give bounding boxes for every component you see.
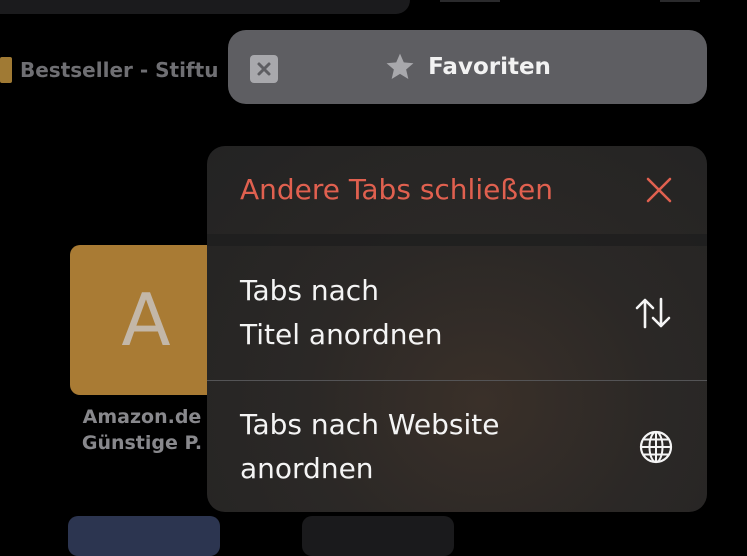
favorite-tile-caption[interactable]: Amazon.de Günstige P. bbox=[62, 404, 222, 456]
divider bbox=[660, 0, 700, 2]
menu-item-close-other-tabs[interactable]: Andere Tabs schließen bbox=[207, 146, 707, 234]
xmark-icon bbox=[645, 176, 673, 204]
bookmark-favicon-icon bbox=[0, 57, 12, 83]
star-icon bbox=[384, 52, 416, 82]
favorite-tile-amazon[interactable]: A bbox=[70, 245, 222, 395]
globe-icon bbox=[639, 430, 673, 464]
bookmark-item[interactable]: Bestseller - Stiftu bbox=[0, 56, 240, 84]
address-bar[interactable] bbox=[0, 0, 410, 14]
menu-item-label-line1: Tabs nach Website bbox=[240, 407, 500, 441]
tile-caption-line2: Günstige P. bbox=[81, 432, 203, 454]
arrow-up-down-icon bbox=[633, 296, 673, 330]
favorite-tile[interactable] bbox=[68, 516, 220, 556]
tab-favoriten[interactable]: Favoriten bbox=[228, 30, 707, 104]
menu-group-separator bbox=[207, 234, 707, 246]
bookmark-label: Bestseller - Stiftu bbox=[20, 58, 219, 82]
divider bbox=[440, 0, 500, 2]
menu-item-label-line2: Titel anordnen bbox=[240, 318, 443, 351]
menu-item-label: Andere Tabs schließen bbox=[240, 173, 553, 206]
menu-item-label: Tabs nach Titel anordnen bbox=[240, 269, 442, 357]
favorite-tile[interactable] bbox=[302, 516, 454, 556]
menu-item-label: Tabs nach Website anordnen bbox=[240, 403, 499, 491]
menu-item-label-line1: Tabs nach bbox=[240, 274, 379, 307]
tab-title-group: Favoriten bbox=[228, 30, 707, 104]
menu-item-sort-by-website[interactable]: Tabs nach Website anordnen bbox=[207, 381, 707, 512]
tile-letter: A bbox=[121, 278, 171, 362]
tab-title: Favoriten bbox=[428, 54, 551, 80]
menu-item-label-line2: anordnen bbox=[240, 451, 374, 485]
tile-caption-line1: Amazon.de bbox=[82, 406, 202, 428]
context-menu: Andere Tabs schließen Tabs nach Titel an… bbox=[207, 146, 707, 512]
menu-item-sort-by-title[interactable]: Tabs nach Titel anordnen bbox=[207, 246, 707, 380]
